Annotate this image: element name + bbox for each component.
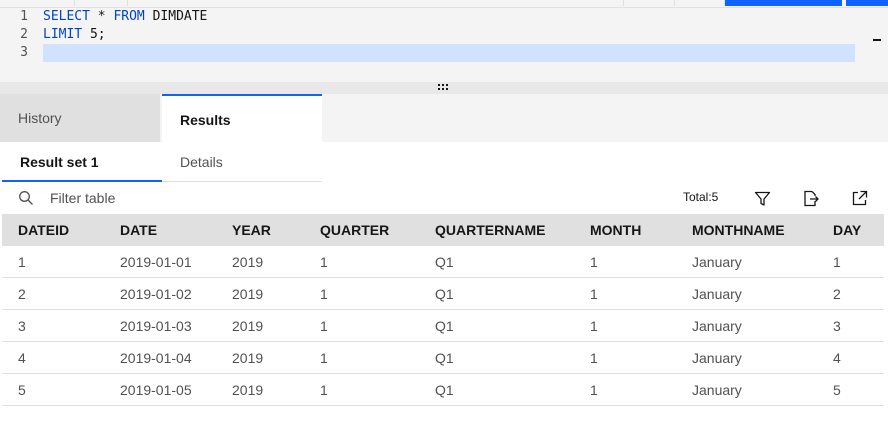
table-cell: 2019-01-04 [120, 350, 192, 366]
table-header-row: DATEID DATE YEAR QUARTER QUARTERNAME MON… [2, 214, 884, 246]
line-number-gutter: 1 2 3 [0, 8, 36, 78]
top-toolbar-strip [0, 0, 888, 7]
table-cell: Q1 [435, 286, 454, 302]
column-header[interactable]: QUARTER [320, 214, 389, 246]
table-cell: 2 [18, 286, 26, 302]
filter-icon[interactable] [754, 190, 771, 207]
run-button[interactable] [725, 0, 842, 6]
table-cell: 2019 [232, 286, 264, 302]
search-icon [19, 191, 33, 205]
table-row[interactable]: 2 2019-01-02 2019 1 Q1 1 January 2 [2, 278, 884, 310]
table-cell: 2019 [232, 382, 264, 398]
table-cell: 1 [590, 318, 598, 334]
table-cell: 5 [18, 382, 26, 398]
table-cell: 1 [320, 350, 328, 366]
run-options-button[interactable] [846, 0, 888, 6]
open-new-window-icon[interactable] [851, 190, 868, 207]
table-cell: 2019-01-03 [120, 318, 192, 334]
table-cell: 3 [18, 318, 26, 334]
main-tab-bar: History Results [0, 94, 888, 142]
table-cell: Q1 [435, 254, 454, 270]
table-cell: January [692, 350, 742, 366]
table-cell: 4 [833, 350, 841, 366]
sql-editor[interactable]: 1 2 3 SELECT * FROM DIMDATE LIMIT 5; [0, 7, 888, 82]
table-cell: 2019 [232, 254, 264, 270]
table-cell: 2019 [232, 318, 264, 334]
table-row[interactable]: 1 2019-01-01 2019 1 Q1 1 January 1 [2, 246, 884, 278]
table-cell: 3 [833, 318, 841, 334]
table-row[interactable]: 5 2019-01-05 2019 1 Q1 1 January 5 [2, 374, 884, 406]
table-toolbar: Total:5 [0, 182, 888, 214]
toolbar-segment[interactable] [623, 0, 675, 6]
table-cell: January [692, 286, 742, 302]
table-cell: 2019-01-05 [120, 382, 192, 398]
column-header[interactable]: MONTHNAME [692, 214, 785, 246]
panel-resize-handle[interactable] [0, 82, 888, 94]
filter-table-input[interactable] [42, 186, 342, 210]
column-header[interactable]: MONTH [590, 214, 641, 246]
table-row[interactable]: 3 2019-01-03 2019 1 Q1 1 January 3 [2, 310, 884, 342]
table-cell: January [692, 318, 742, 334]
table-row[interactable]: 4 2019-01-04 2019 1 Q1 1 January 4 [2, 342, 884, 374]
table-cell: 2019-01-02 [120, 286, 192, 302]
code-line-active[interactable] [43, 44, 855, 62]
table-cell: 4 [18, 350, 26, 366]
results-table: DATEID DATE YEAR QUARTER QUARTERNAME MON… [2, 214, 884, 406]
tab-details[interactable]: Details [162, 142, 322, 182]
column-header[interactable]: YEAR [232, 214, 271, 246]
code-text: * [89, 9, 114, 24]
table-cell: 1 [590, 382, 598, 398]
code-area[interactable]: SELECT * FROM DIMDATE LIMIT 5; [43, 8, 855, 62]
result-tab-bar: Result set 1 Details [0, 142, 888, 182]
table-cell: 1 [590, 286, 598, 302]
line-number: 3 [20, 45, 28, 60]
code-line[interactable]: SELECT * FROM DIMDATE [43, 8, 855, 26]
line-number: 1 [20, 9, 28, 24]
column-header[interactable]: DATEID [18, 214, 69, 246]
table-cell: 1 [18, 254, 26, 270]
table-cell: 2019 [232, 350, 264, 366]
sql-keyword: SELECT [43, 9, 90, 24]
toolbar-segment[interactable] [75, 0, 128, 6]
column-header[interactable]: QUARTERNAME [435, 214, 545, 246]
table-cell: 1 [320, 382, 328, 398]
code-text: 5; [82, 27, 106, 42]
tab-result-set-1[interactable]: Result set 1 [2, 142, 162, 182]
column-header[interactable]: DATE [120, 214, 157, 246]
export-icon[interactable] [802, 190, 819, 207]
tab-results[interactable]: Results [162, 94, 322, 142]
table-cell: Q1 [435, 318, 454, 334]
code-text: DIMDATE [144, 9, 208, 24]
drag-grip-icon[interactable] [438, 84, 450, 92]
table-cell: 2 [833, 286, 841, 302]
table-cell: Q1 [435, 350, 454, 366]
table-cell: 2019-01-01 [120, 254, 192, 270]
table-cell: 5 [833, 382, 841, 398]
sql-keyword: LIMIT [43, 27, 83, 42]
table-cell: 1 [320, 286, 328, 302]
table-cell: 1 [833, 254, 841, 270]
line-number: 2 [20, 27, 28, 42]
table-cell: January [692, 254, 742, 270]
toolbar-segment[interactable] [675, 0, 725, 6]
table-cell: 1 [320, 318, 328, 334]
overview-ruler-marker [873, 39, 881, 41]
table-cell: 1 [590, 254, 598, 270]
table-cell: 1 [320, 254, 328, 270]
table-cell: 1 [590, 350, 598, 366]
total-count: Total:5 [683, 190, 719, 204]
column-header[interactable]: DAY [833, 214, 861, 246]
toolbar-segment[interactable] [0, 0, 75, 6]
table-cell: Q1 [435, 382, 454, 398]
sql-keyword: FROM [113, 9, 145, 24]
code-line[interactable]: LIMIT 5; [43, 26, 855, 44]
table-cell: January [692, 382, 742, 398]
tab-history[interactable]: History [0, 94, 160, 142]
